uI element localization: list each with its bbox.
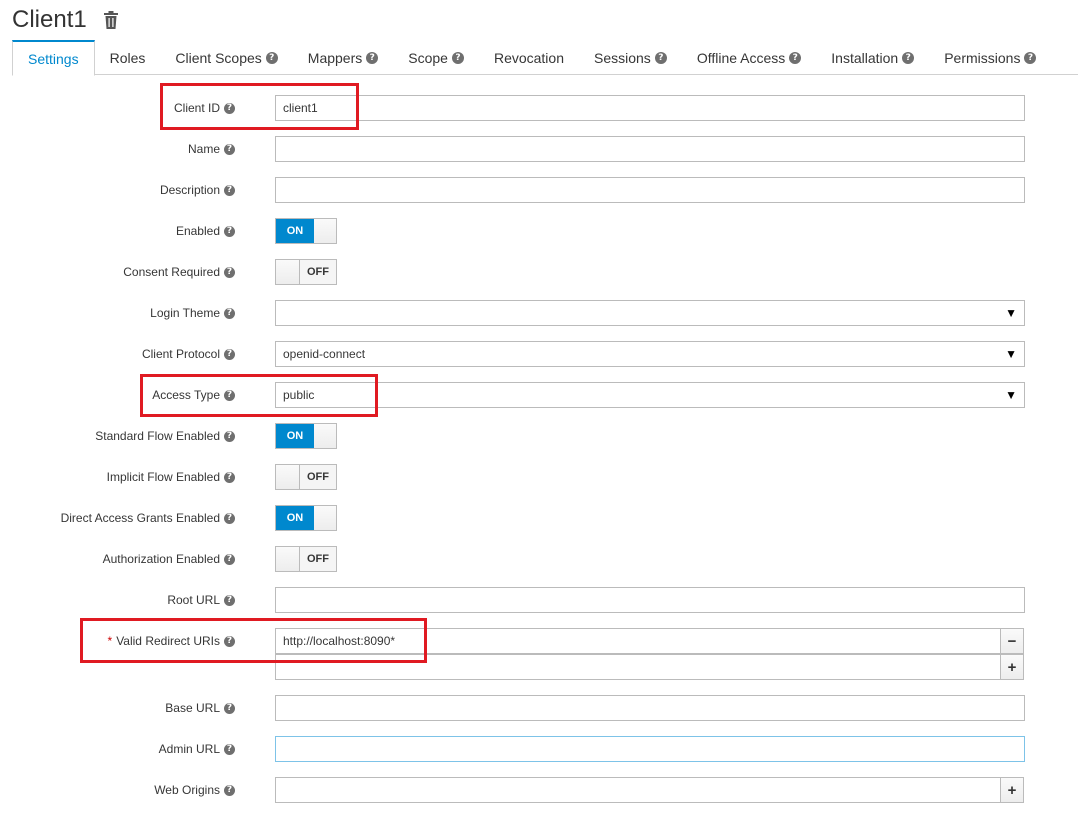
tab-permissions[interactable]: Permissions?: [929, 40, 1051, 75]
help-icon[interactable]: ?: [789, 51, 802, 64]
add-redirect-uri-button[interactable]: +: [1000, 654, 1024, 680]
help-icon[interactable]: ?: [224, 594, 235, 606]
help-icon[interactable]: ?: [224, 184, 235, 196]
help-icon[interactable]: ?: [224, 512, 235, 524]
direct-access-label: Direct Access Grants Enabled?: [61, 505, 235, 531]
login-theme-label: Login Theme?: [150, 300, 235, 326]
description-label: Description?: [160, 177, 235, 203]
help-icon[interactable]: ?: [224, 635, 235, 647]
tab-settings[interactable]: Settings: [12, 40, 95, 76]
help-icon[interactable]: ?: [224, 553, 235, 565]
root-url-label: Root URL?: [167, 587, 235, 613]
help-icon[interactable]: ?: [224, 471, 235, 483]
implicit-flow-toggle[interactable]: OFF: [275, 464, 337, 490]
access-type-select[interactable]: public ▼: [275, 382, 1025, 408]
client-id-label: Client ID?: [174, 95, 235, 121]
tab-revocation[interactable]: Revocation: [479, 40, 579, 75]
admin-url-label: Admin URL?: [159, 736, 235, 762]
root-url-input[interactable]: [275, 587, 1025, 613]
help-icon[interactable]: ?: [224, 348, 235, 360]
help-icon[interactable]: ?: [224, 266, 235, 278]
help-icon[interactable]: ?: [265, 51, 278, 64]
consent-required-label: Consent Required?: [123, 259, 235, 285]
help-icon[interactable]: ?: [224, 784, 235, 796]
authorization-toggle[interactable]: OFF: [275, 546, 337, 572]
enabled-toggle[interactable]: ON: [275, 218, 337, 244]
chevron-down-icon: ▼: [1005, 306, 1017, 320]
help-icon[interactable]: ?: [224, 143, 235, 155]
name-label: Name?: [188, 136, 235, 162]
tab-offline-access[interactable]: Offline Access?: [682, 40, 816, 75]
redirect-uri-input[interactable]: http://localhost:8090*: [275, 628, 1001, 654]
trash-icon[interactable]: [103, 11, 119, 29]
help-icon[interactable]: ?: [224, 307, 235, 319]
base-url-label: Base URL?: [165, 695, 235, 721]
implicit-flow-label: Implicit Flow Enabled?: [107, 464, 235, 490]
redirect-uris-label: * Valid Redirect URIs?: [108, 628, 235, 654]
help-icon[interactable]: ?: [1024, 51, 1037, 64]
new-redirect-uri-input[interactable]: [275, 654, 1001, 680]
chevron-down-icon: ▼: [1005, 388, 1017, 402]
tab-installation[interactable]: Installation?: [816, 40, 929, 75]
help-icon[interactable]: ?: [224, 225, 235, 237]
standard-flow-label: Standard Flow Enabled?: [95, 423, 235, 449]
help-icon[interactable]: ?: [224, 102, 235, 114]
login-theme-select[interactable]: ▼: [275, 300, 1025, 326]
base-url-input[interactable]: [275, 695, 1025, 721]
client-protocol-select[interactable]: openid-connect ▼: [275, 341, 1025, 367]
admin-url-input[interactable]: [275, 736, 1025, 762]
page-header: Client1: [12, 4, 119, 36]
web-origins-input[interactable]: [275, 777, 1001, 803]
page-title: Client1: [12, 6, 87, 33]
tab-sessions[interactable]: Sessions?: [579, 40, 682, 75]
direct-access-toggle[interactable]: ON: [275, 505, 337, 531]
consent-required-toggle[interactable]: OFF: [275, 259, 337, 285]
help-icon[interactable]: ?: [366, 51, 379, 64]
name-input[interactable]: [275, 136, 1025, 162]
enabled-label: Enabled?: [176, 218, 235, 244]
help-icon[interactable]: ?: [451, 51, 464, 64]
required-marker: *: [107, 634, 113, 648]
remove-redirect-uri-button[interactable]: −: [1000, 628, 1024, 654]
tab-client-scopes[interactable]: Client Scopes?: [160, 40, 292, 75]
help-icon[interactable]: ?: [224, 743, 235, 755]
standard-flow-toggle[interactable]: ON: [275, 423, 337, 449]
help-icon[interactable]: ?: [224, 430, 235, 442]
add-web-origin-button[interactable]: +: [1000, 777, 1024, 803]
client-id-input[interactable]: client1: [275, 95, 1025, 121]
description-input[interactable]: [275, 177, 1025, 203]
help-icon[interactable]: ?: [224, 389, 235, 401]
authorization-label: Authorization Enabled?: [103, 546, 235, 572]
help-icon[interactable]: ?: [654, 51, 667, 64]
tab-roles[interactable]: Roles: [95, 40, 161, 75]
tab-scope[interactable]: Scope?: [393, 40, 479, 75]
help-icon[interactable]: ?: [902, 51, 915, 64]
access-type-label: Access Type?: [152, 382, 235, 408]
client-protocol-label: Client Protocol?: [142, 341, 235, 367]
help-icon[interactable]: ?: [224, 702, 235, 714]
web-origins-label: Web Origins?: [154, 777, 235, 803]
tab-mappers[interactable]: Mappers?: [293, 40, 393, 75]
tab-bar: Settings Roles Client Scopes? Mappers? Scope…: [12, 40, 1078, 76]
chevron-down-icon: ▼: [1005, 347, 1017, 361]
